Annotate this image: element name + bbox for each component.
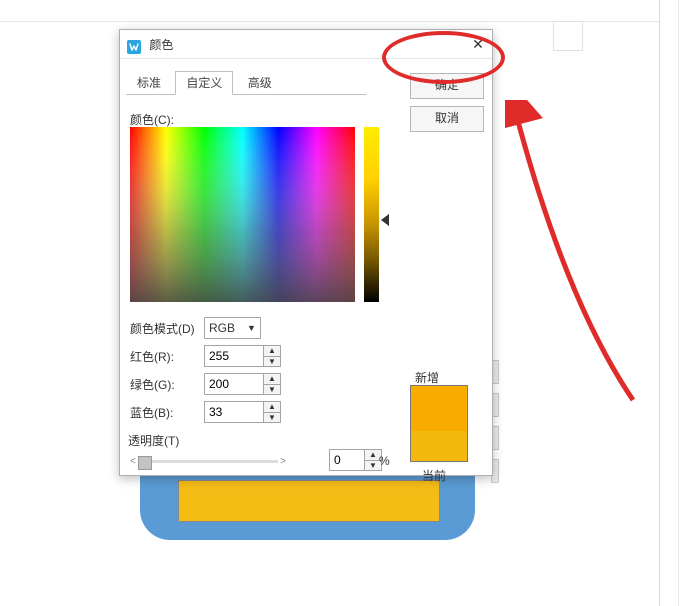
tab-custom[interactable]: 自定义	[175, 71, 233, 95]
tab-underline	[126, 94, 366, 95]
cancel-button[interactable]: 取消	[410, 106, 484, 132]
chevron-down-icon[interactable]: ▼	[264, 412, 280, 423]
green-input[interactable]	[205, 374, 263, 394]
blue-label: 蓝色(B):	[130, 404, 204, 421]
green-label: 绿色(G):	[130, 376, 204, 393]
new-color-label: 新增	[415, 369, 439, 386]
blue-stepper[interactable]: ▲ ▼	[263, 402, 280, 422]
color-field[interactable]	[130, 127, 355, 302]
mode-label: 颜色模式(D)	[130, 320, 204, 337]
red-input[interactable]	[205, 346, 263, 366]
bg-small-box	[553, 21, 583, 51]
current-color-swatch	[410, 431, 468, 462]
app-icon	[126, 37, 142, 53]
page-scroll-gutter	[678, 0, 697, 606]
annotation-arrow	[505, 100, 645, 410]
transparency-input[interactable]	[330, 450, 364, 470]
chevron-left-icon[interactable]: <	[128, 456, 138, 467]
color-field-label: 颜色(C):	[130, 111, 174, 128]
mode-value: RGB	[205, 321, 243, 335]
chevron-up-icon[interactable]: ▲	[264, 402, 280, 412]
new-color-swatch	[410, 385, 468, 433]
bg-shape-yellow	[178, 480, 440, 522]
chevron-down-icon[interactable]: ▼	[264, 384, 280, 395]
page-divider-right	[659, 0, 660, 606]
red-stepper[interactable]: ▲ ▼	[263, 346, 280, 366]
close-icon[interactable]: ✕	[470, 36, 486, 52]
brightness-handle-icon[interactable]	[381, 214, 389, 226]
blue-input[interactable]	[205, 402, 263, 422]
brightness-strip[interactable]	[364, 127, 379, 302]
transparency-slider[interactable]: < >	[128, 454, 288, 468]
color-dialog: 颜色 ✕ 标准 自定义 高级 确定 取消 颜色(C):	[119, 29, 493, 476]
dialog-body: 标准 自定义 高级 确定 取消 颜色(C):	[120, 59, 492, 476]
slider-thumb[interactable]	[138, 456, 152, 470]
dialog-titlebar: 颜色 ✕	[120, 30, 492, 59]
tab-standard[interactable]: 标准	[126, 71, 172, 95]
tab-advanced[interactable]: 高级	[237, 71, 283, 95]
chevron-up-icon[interactable]: ▲	[264, 374, 280, 384]
page-header-strip	[0, 0, 660, 22]
dialog-title: 颜色	[149, 38, 173, 52]
transparency-label: 透明度(T)	[128, 432, 179, 449]
chevron-down-icon[interactable]: ▼	[264, 356, 280, 367]
red-label: 红色(R):	[130, 348, 204, 365]
slider-track[interactable]	[138, 460, 278, 463]
ok-button[interactable]: 确定	[410, 73, 484, 99]
chevron-up-icon[interactable]: ▲	[264, 346, 280, 356]
green-stepper[interactable]: ▲ ▼	[263, 374, 280, 394]
transparency-unit: %	[379, 454, 390, 468]
mode-select[interactable]: RGB ▼	[204, 317, 261, 339]
chevron-down-icon: ▼	[243, 323, 260, 333]
current-color-label: 当前	[422, 467, 446, 484]
tab-strip: 标准 自定义 高级	[126, 71, 283, 95]
chevron-right-icon[interactable]: >	[278, 456, 288, 467]
